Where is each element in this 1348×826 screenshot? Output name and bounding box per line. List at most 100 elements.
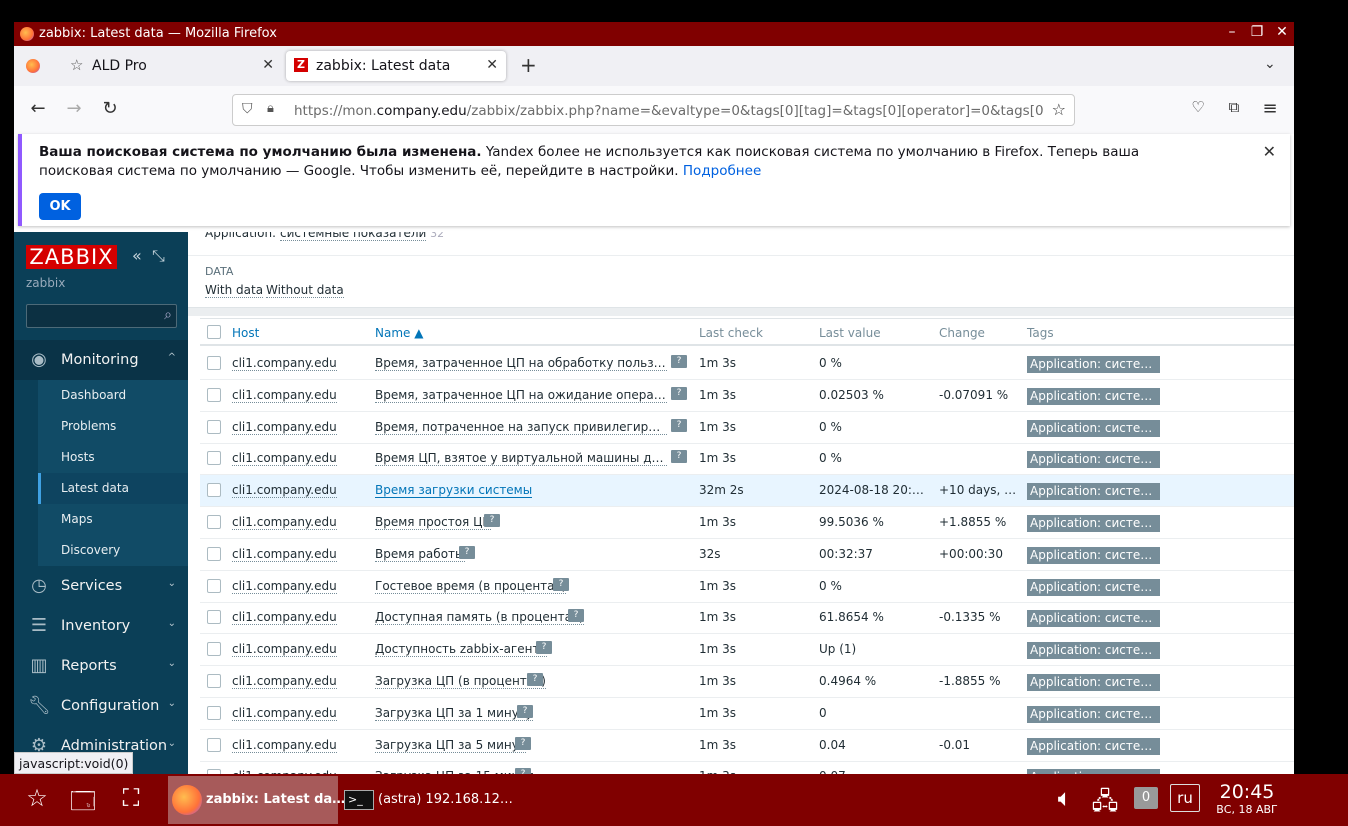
item-description-icon[interactable]: ? [671,386,687,400]
submenu-discovery[interactable]: Discovery [38,535,188,566]
close-tab-icon[interactable]: ✕ [262,57,274,73]
shield-icon[interactable]: ⛉ [242,101,253,117]
tag-badge[interactable]: Application: системн… [1027,642,1160,660]
menu-services[interactable]: ◷ Services ⌄ [14,566,188,606]
firefox-view-icon[interactable] [26,59,40,73]
tag-badge[interactable]: Application: системн… [1027,419,1160,437]
host-link[interactable]: cli1.company.edu [232,547,337,562]
item-name-link[interactable]: Гостевое время (в процентах) [375,579,567,594]
host-link[interactable]: cli1.company.edu [232,451,337,467]
tag-badge[interactable]: Application: системн… [1027,737,1160,755]
host-link[interactable]: cli1.company.edu [232,356,337,371]
row-checkbox[interactable] [207,419,221,434]
submenu-latest-data[interactable]: Latest data [38,473,188,504]
item-description-icon[interactable]: ? [536,641,552,655]
item-description-icon[interactable]: ? [568,609,584,623]
item-name-link[interactable]: Время простоя ЦП [375,515,492,530]
host-link[interactable]: cli1.company.edu [232,738,337,753]
row-checkbox[interactable] [207,705,221,720]
tag-badge[interactable]: Application: системн… [1027,578,1160,596]
menu-configuration[interactable]: 🔧︎ Configuration ⌄ [14,686,188,726]
minimize-button[interactable]: – [1222,24,1242,40]
volume-icon[interactable]: 🔈︎ [1048,784,1082,812]
item-name-link[interactable]: Загрузка ЦП за 5 минут [375,738,526,753]
reload-button[interactable]: ↻ [98,98,122,119]
item-description-icon[interactable]: ? [671,450,687,464]
host-link[interactable]: cli1.company.edu [232,515,337,530]
item-name-link[interactable]: Время, потраченное на запуск привилегиро… [375,420,667,435]
submenu-dashboard[interactable]: Dashboard [38,380,188,411]
keyboard-layout-indicator[interactable]: ru [1170,784,1200,812]
zabbix-logo[interactable]: ZABBIX [26,245,117,269]
row-checkbox[interactable] [207,578,221,593]
row-checkbox[interactable] [207,674,221,688]
back-button[interactable]: ← [26,98,50,119]
item-name-link[interactable]: Доступная память (в процентах) [375,610,584,626]
row-checkbox[interactable] [207,451,221,466]
item-name-link[interactable]: Доступность zabbix-агента [375,642,547,658]
row-checkbox[interactable] [207,642,221,657]
item-description-icon[interactable]: ? [671,355,687,368]
item-name-link[interactable]: Время работы [375,547,465,562]
desktop-icon[interactable]: ⛶ [114,784,148,812]
item-name-link[interactable]: Загрузка ЦП за 1 минуту [375,706,533,721]
submenu-problems[interactable]: Problems [38,411,188,442]
header-host[interactable]: Host [232,326,259,340]
close-window-button[interactable]: ✕ [1272,24,1292,40]
tag-badge[interactable]: Application: системн… [1027,610,1160,628]
clock[interactable]: 20:45 ВС, 18 АВГ [1212,781,1282,816]
tag-badge[interactable]: Application: системн… [1027,387,1160,405]
forward-button[interactable]: → [62,98,86,119]
close-tab-icon[interactable]: ✕ [486,57,498,73]
maximize-button[interactable]: ❐ [1247,24,1267,40]
menu-hamburger-icon[interactable]: ≡ [1258,98,1282,119]
collapse-sidebar-icon[interactable]: « ⤡ [132,246,165,266]
search-icon[interactable]: ⌕ [164,307,172,323]
header-name[interactable]: Name ▲ [375,326,423,340]
item-name-link[interactable]: Время, затраченное ЦП на ожидание операц… [375,388,667,403]
item-name-link[interactable]: Время загрузки системы [375,483,533,499]
menu-monitoring[interactable]: ◉ Monitoring ^ [14,340,188,380]
item-name-link[interactable]: Время, затраченное ЦП на обработку польз… [375,356,667,371]
submenu-maps[interactable]: Maps [38,504,188,535]
select-all-checkbox[interactable] [207,325,221,339]
item-description-icon[interactable]: ? [671,418,687,432]
row-checkbox[interactable] [207,483,221,498]
url-bar[interactable]: ⛉ 🔒︎ https://mon.company.edu/zabbix/zabb… [232,94,1075,126]
without-data-option[interactable]: Without data [266,283,344,298]
tag-badge[interactable]: Application: системн… [1027,705,1160,723]
pocket-icon[interactable]: ♡ [1186,98,1210,116]
tab-ald-pro[interactable]: ☆ ALD Pro ✕ [62,51,282,81]
ok-button[interactable]: OK [39,193,81,220]
url-text[interactable]: https://mon.company.edu/zabbix/zabbix.ph… [294,103,1044,119]
row-checkbox[interactable] [207,610,221,625]
start-menu-star-icon[interactable]: ☆ [20,784,54,812]
host-link[interactable]: cli1.company.edu [232,642,337,658]
extensions-icon[interactable]: ⧉ [1222,98,1246,116]
file-manager-icon[interactable]: 🗔︎ [66,784,100,825]
host-link[interactable]: cli1.company.edu [232,674,337,689]
host-link[interactable]: cli1.company.edu [232,579,337,594]
submenu-hosts[interactable]: Hosts [38,442,188,473]
bookmark-star-icon[interactable]: ☆ [1052,100,1066,119]
item-description-icon[interactable]: ? [553,577,569,591]
tag-badge[interactable]: Application: системн… [1027,546,1160,564]
lock-icon[interactable]: 🔒︎ [267,101,274,116]
with-data-option[interactable]: With data [205,283,264,298]
row-checkbox[interactable] [207,737,221,752]
item-description-icon[interactable]: ? [484,514,500,527]
tab-zabbix[interactable]: Z zabbix: Latest data ✕ [286,51,506,81]
host-link[interactable]: cli1.company.edu [232,706,337,721]
host-link[interactable]: cli1.company.edu [232,388,337,403]
tag-badge[interactable]: Application: системн… [1027,515,1160,532]
sidebar-search-input[interactable]: ⌕ [26,304,177,328]
menu-reports[interactable]: ▥ Reports ⌄ [14,646,188,686]
item-description-icon[interactable]: ? [515,736,531,750]
row-checkbox[interactable] [207,515,221,529]
item-name-link[interactable]: Время ЦП, взятое у виртуальной машины дл… [375,451,667,467]
menu-inventory[interactable]: ☰ Inventory ⌄ [14,606,188,646]
tag-badge[interactable]: Application: системн… [1027,356,1160,373]
new-tab-button[interactable]: + [520,53,537,77]
taskbar-firefox-task[interactable]: zabbix: Latest da… [168,776,345,824]
row-checkbox[interactable] [207,387,221,402]
